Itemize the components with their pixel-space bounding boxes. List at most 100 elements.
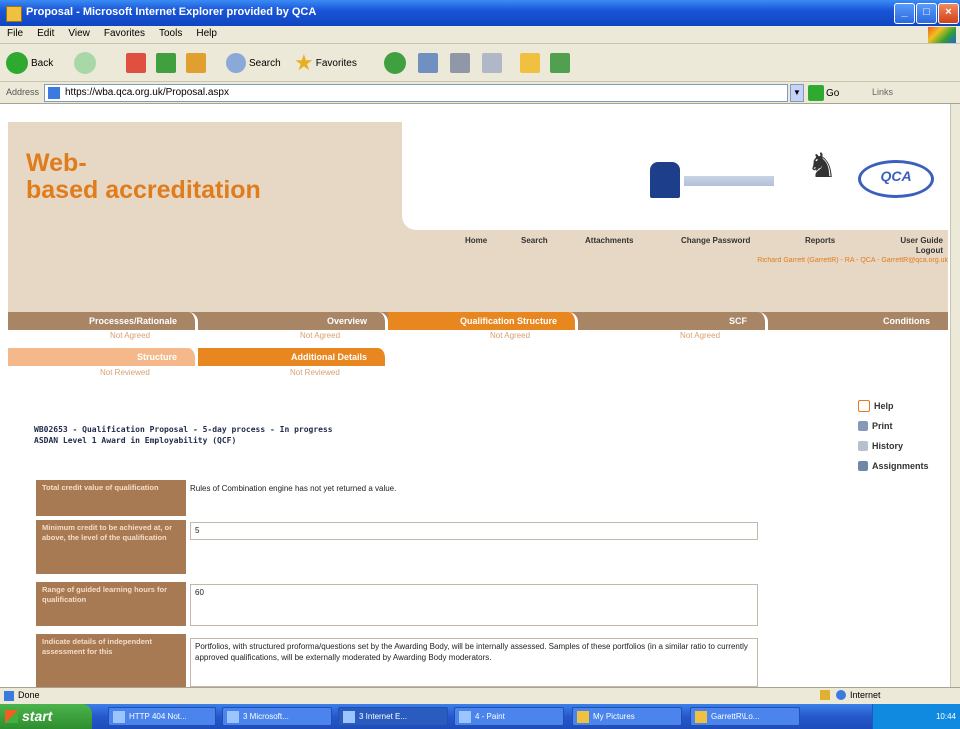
forward-button[interactable]: [74, 50, 96, 76]
subtab-structure[interactable]: Structure: [8, 348, 198, 366]
messenger-button[interactable]: [550, 50, 570, 76]
proposal-line-1: WB02653 - Qualification Proposal - 5-day…: [34, 425, 333, 434]
go-button[interactable]: Go: [808, 84, 839, 102]
folder-button[interactable]: [520, 50, 540, 76]
address-dropdown-icon[interactable]: ▼: [790, 84, 804, 102]
menu-favorites[interactable]: Favorites: [97, 26, 152, 39]
menu-tools[interactable]: Tools: [152, 26, 189, 39]
assessment-textarea[interactable]: Portfolios, with structured proforma/que…: [190, 638, 758, 687]
tab-label: Conditions: [883, 316, 930, 326]
history-link[interactable]: History: [858, 436, 929, 456]
current-user: Richard Garrett (GarrettR) - RA - QCA - …: [757, 257, 948, 264]
stop-button[interactable]: [126, 50, 146, 76]
page-icon: [48, 87, 60, 99]
refresh-button[interactable]: [156, 50, 176, 76]
taskbar-item[interactable]: My Pictures: [572, 707, 682, 726]
help-link[interactable]: Help: [858, 396, 929, 416]
brand-line-1: Web-: [26, 149, 87, 177]
proposal-line-2: ASDAN Level 1 Award in Employability (QC…: [34, 436, 237, 445]
nav-search[interactable]: Search: [521, 236, 548, 245]
refresh-icon: [156, 53, 176, 73]
total-credit-value: Rules of Combination engine has not yet …: [190, 484, 397, 493]
menu-file[interactable]: File: [0, 26, 30, 39]
proposal-heading: WB02653 - Qualification Proposal - 5-day…: [34, 424, 333, 446]
history-label: History: [872, 441, 904, 451]
min-credit-input[interactable]: 5: [190, 522, 758, 540]
history-icon: [858, 441, 868, 451]
nav-reports[interactable]: Reports: [805, 236, 835, 245]
close-icon[interactable]: ×: [938, 3, 959, 24]
search-icon: [226, 53, 246, 73]
tab-processes-rationale[interactable]: Processes/Rationale: [8, 312, 198, 330]
favorites-button[interactable]: ★ Favorites: [294, 50, 357, 76]
nav-user-guide[interactable]: User Guide: [873, 236, 943, 245]
start-label: start: [22, 708, 53, 724]
taskbar-item[interactable]: 4 - Paint: [454, 707, 564, 726]
system-tray: 10:44: [872, 704, 960, 729]
windows-logo-icon: [928, 27, 956, 43]
tab-label: Qualification Structure: [459, 316, 557, 326]
task-label: HTTP 404 Not...: [129, 712, 187, 721]
address-bar: Address https://wba.qca.org.uk/Proposal.…: [0, 82, 960, 104]
glh-textarea[interactable]: 60: [190, 584, 758, 626]
taskbar-item[interactable]: 3 Microsoft...: [222, 707, 332, 726]
subtab-label: Additional Details: [290, 352, 367, 362]
nav-change-password[interactable]: Change Password: [681, 236, 750, 245]
ie-icon: [113, 711, 125, 723]
print-link[interactable]: Print: [858, 416, 929, 436]
brand-line-2: based accreditation: [26, 176, 261, 204]
start-button[interactable]: start: [0, 704, 92, 729]
print-label: Print: [872, 421, 893, 431]
glh-label: Range of guided learning hours for quali…: [36, 582, 186, 626]
qca-logo: QCA: [858, 160, 934, 198]
tab-status: Not Agreed: [300, 331, 341, 340]
page-content: Web- based accreditation ♞ QCA Home Sear…: [0, 104, 960, 687]
tab-overview[interactable]: Overview: [198, 312, 388, 330]
media-button[interactable]: [384, 50, 406, 76]
ie-icon: [343, 711, 355, 723]
search-button[interactable]: Search: [226, 50, 281, 76]
print-button[interactable]: [450, 50, 470, 76]
taskbar-item[interactable]: HTTP 404 Not...: [108, 707, 216, 726]
folder-icon: [520, 53, 540, 73]
vertical-scrollbar[interactable]: [950, 104, 960, 687]
clock[interactable]: 10:44: [936, 712, 956, 721]
mail-button[interactable]: [418, 50, 438, 76]
minimize-icon[interactable]: _: [894, 3, 915, 24]
menu-edit[interactable]: Edit: [30, 26, 61, 39]
paint-icon: [459, 711, 471, 723]
site-brand: Web- based accreditation: [26, 150, 261, 204]
nav-attachments[interactable]: Attachments: [585, 236, 633, 245]
tab-qualification-structure[interactable]: Qualification Structure: [388, 312, 578, 330]
go-arrow-icon: [808, 85, 824, 101]
nav-logout[interactable]: Logout: [873, 246, 943, 255]
search-label: Search: [249, 57, 281, 69]
menu-bar: File Edit View Favorites Tools Help: [0, 26, 960, 44]
tab-conditions[interactable]: Conditions: [768, 312, 948, 330]
taskbar-item[interactable]: GarrettR\Lo...: [690, 707, 800, 726]
help-label: Help: [874, 401, 894, 411]
edit-button[interactable]: [482, 50, 502, 76]
home-button[interactable]: [186, 50, 206, 76]
windows-flag-icon: [5, 710, 18, 723]
taskbar-item[interactable]: 3 Internet E...: [338, 707, 448, 726]
tab-scf[interactable]: SCF: [578, 312, 768, 330]
tab-label: SCF: [729, 316, 747, 326]
back-button[interactable]: Back: [6, 50, 53, 76]
links-label[interactable]: Links: [872, 87, 893, 97]
tab-label: Processes/Rationale: [88, 316, 177, 326]
messenger-icon: [550, 53, 570, 73]
address-input[interactable]: https://wba.qca.org.uk/Proposal.aspx: [44, 84, 788, 102]
menu-help[interactable]: Help: [189, 26, 224, 39]
tab-status: Not Agreed: [490, 331, 531, 340]
nav-home[interactable]: Home: [465, 236, 487, 245]
go-label: Go: [826, 87, 840, 99]
assignments-link[interactable]: Assignments: [858, 456, 929, 476]
menu-view[interactable]: View: [61, 26, 97, 39]
window-title: Proposal - Microsoft Internet Explorer p…: [26, 6, 317, 18]
subtab-status: Not Reviewed: [100, 368, 150, 377]
subtab-additional-details[interactable]: Additional Details: [198, 348, 388, 366]
maximize-icon[interactable]: □: [916, 3, 937, 24]
toolbar: Back Search ★ Favorites: [0, 44, 960, 82]
status-zone: Internet: [850, 690, 881, 700]
